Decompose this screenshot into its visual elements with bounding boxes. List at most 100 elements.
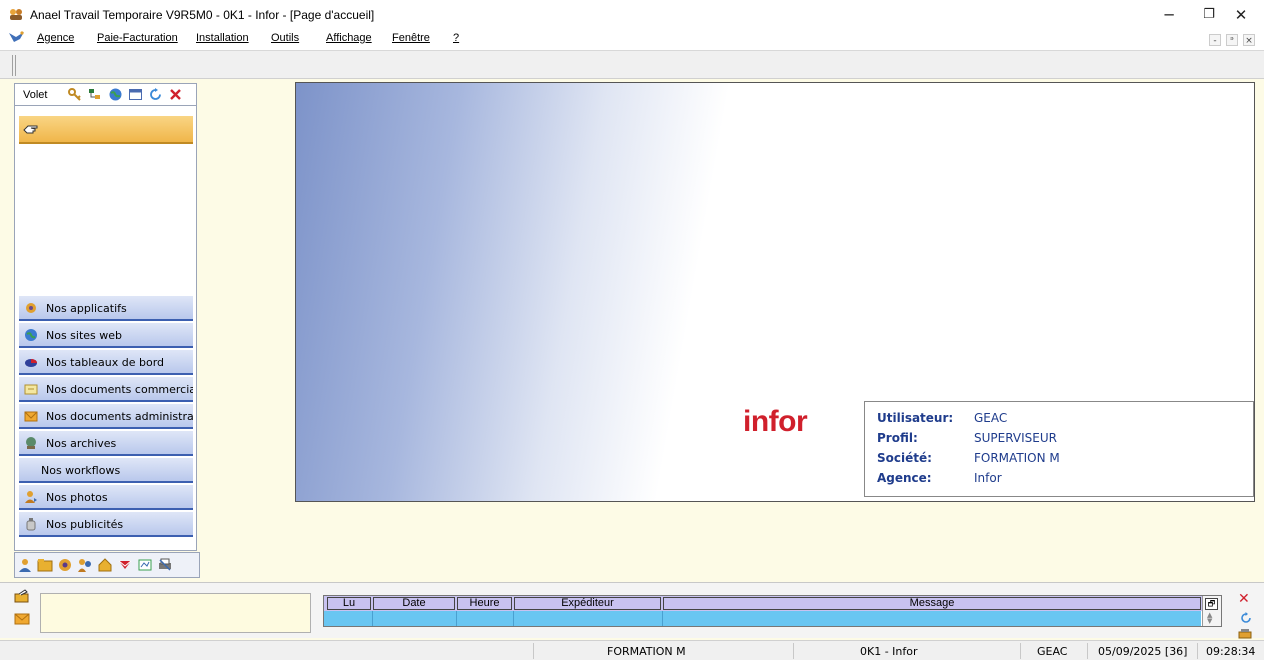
volet-item-label: Nos documents administra: [46, 410, 193, 423]
info-value-agency: Infor: [974, 471, 1002, 485]
status-environment: 0K1 - Infor: [860, 645, 918, 658]
printer-icon[interactable]: [157, 557, 173, 573]
info-value-company: FORMATION M: [974, 451, 1060, 465]
volet-item-label: Nos photos: [46, 491, 108, 504]
volet-header: Volet: [15, 84, 196, 106]
gear-icon[interactable]: [57, 557, 73, 573]
bird-logo-icon: [9, 31, 24, 42]
column-header-heure[interactable]: Heure: [457, 597, 512, 610]
menu-affichage[interactable]: Affichage: [326, 32, 372, 44]
volet-item-archives[interactable]: Nos archives: [19, 431, 193, 456]
cell-divider: [456, 611, 457, 626]
people-icon[interactable]: [77, 557, 93, 573]
session-info-box: Utilisateur: GEAC Profil: SUPERVISEUR So…: [864, 401, 1254, 497]
volet-item-label: Nos workflows: [41, 464, 121, 477]
close-window-button[interactable]: ✕: [1224, 4, 1258, 26]
close-icon[interactable]: [168, 87, 183, 102]
volet-active-section[interactable]: [19, 116, 193, 144]
info-key-profile: Profil:: [877, 431, 918, 445]
archive-box-icon[interactable]: [1238, 629, 1252, 639]
minimize-button[interactable]: ─: [1152, 4, 1186, 26]
mdi-close-button[interactable]: ×: [1243, 34, 1255, 46]
restore-small-icon[interactable]: 🗗: [1205, 598, 1218, 610]
person-icon[interactable]: [17, 557, 33, 573]
volet-item-workflows[interactable]: Nos workflows: [19, 458, 193, 483]
cell-divider: [372, 611, 373, 626]
status-time: 09:28:34: [1206, 645, 1256, 658]
volet-item-sites-web[interactable]: Nos sites web: [19, 323, 193, 348]
volet-bottom-tabs: [14, 552, 200, 578]
info-value-user: GEAC: [974, 411, 1008, 425]
volet-item-documents-commercia[interactable]: Nos documents commercia: [19, 377, 193, 402]
archive-icon: [26, 437, 36, 449]
volet-item-label: Nos sites web: [46, 329, 123, 342]
volet-item-label: Nos publicités: [46, 518, 124, 531]
chart-icon[interactable]: [137, 557, 153, 573]
menu-help[interactable]: ?: [453, 32, 459, 44]
cell-divider: [513, 611, 514, 626]
volet-item-applicatifs[interactable]: Nos applicatifs: [19, 296, 193, 321]
house-icon[interactable]: [97, 557, 113, 573]
home-page-frame: infor Utilisateur: GEAC Profil: SUPERVIS…: [295, 82, 1255, 502]
toolbar: [0, 50, 1264, 79]
mdi-minimize-button[interactable]: -: [1209, 34, 1221, 46]
menu-paie-facturation[interactable]: Paie-Facturation: [97, 32, 178, 44]
column-header-expediteur[interactable]: Expéditeur: [514, 597, 661, 610]
status-separator: [1087, 643, 1088, 659]
info-key-user: Utilisateur:: [877, 411, 954, 425]
cell-divider: [662, 611, 663, 626]
status-user: GEAC: [1037, 645, 1068, 658]
volet-item-publicites[interactable]: Nos publicités: [19, 512, 193, 537]
volet-item-label: Nos tableaux de bord: [46, 356, 165, 369]
status-company: FORMATION M: [607, 645, 686, 658]
refresh-icon[interactable]: [1240, 612, 1252, 624]
messages-scrollbar[interactable]: 🗗 ▲ ▼: [1202, 596, 1221, 626]
volet-item-label: Nos archives: [46, 437, 117, 450]
restore-button[interactable]: ❐: [1192, 4, 1226, 26]
info-key-agency: Agence:: [877, 471, 932, 485]
volet-item-photos[interactable]: Nos photos: [19, 485, 193, 510]
window-title: Anael Travail Temporaire V9R5M0 - 0K1 - …: [30, 8, 375, 22]
toolbar-grip[interactable]: [12, 55, 16, 76]
status-separator: [533, 643, 534, 659]
key-icon[interactable]: [67, 87, 82, 102]
status-separator: [1020, 643, 1021, 659]
scroll-arrows-icon[interactable]: ▲ ▼: [1207, 612, 1212, 625]
messages-table: Lu Date Heure Expéditeur Message 🗗 ▲ ▼: [323, 595, 1222, 627]
info-value-profile: SUPERVISEUR: [974, 431, 1057, 445]
globe-icon[interactable]: [108, 87, 123, 102]
menu-installation[interactable]: Installation: [196, 32, 249, 44]
mail-icon[interactable]: [117, 557, 133, 573]
tree-icon[interactable]: [87, 87, 102, 102]
close-messages-icon[interactable]: ✕: [1238, 591, 1250, 607]
menu-outils[interactable]: Outils: [271, 32, 299, 44]
title-bar: Anael Travail Temporaire V9R5M0 - 0K1 - …: [0, 0, 1264, 28]
menu-bar: Agence Paie-Facturation Installation Out…: [0, 28, 1264, 50]
menu-agence[interactable]: Agence: [37, 32, 74, 44]
messages-table-header: Lu Date Heure Expéditeur Message: [324, 596, 1221, 611]
refresh-icon[interactable]: [148, 87, 163, 102]
column-header-message[interactable]: Message: [663, 597, 1201, 610]
column-header-date[interactable]: Date: [373, 597, 455, 610]
document-icon: [24, 384, 38, 395]
window-icon[interactable]: [128, 87, 143, 102]
menu-fenetre[interactable]: Fenêtre: [392, 32, 430, 44]
compose-message-icon[interactable]: [13, 589, 31, 604]
message-input[interactable]: [40, 593, 311, 633]
globe-icon: [25, 329, 37, 341]
volet-item-documents-administra[interactable]: Nos documents administra: [19, 404, 193, 429]
folder-icon[interactable]: [37, 557, 53, 573]
gear-icon: [26, 303, 36, 313]
status-bar: FORMATION M 0K1 - Infor GEAC 05/09/2025 …: [0, 640, 1264, 660]
volet-item-tableaux-de-bord[interactable]: Nos tableaux de bord: [19, 350, 193, 375]
person-icon: [25, 491, 37, 503]
hand-pointer-icon: [23, 125, 38, 134]
volet-panel: Volet Nos applicatifs Nos sites web Nos …: [14, 83, 197, 551]
envelope-icon[interactable]: [13, 611, 31, 626]
status-separator: [1197, 643, 1198, 659]
mdi-restore-button[interactable]: ᵊ: [1226, 34, 1238, 46]
volet-item-label: Nos applicatifs: [46, 302, 127, 315]
infor-logo: infor: [743, 405, 808, 438]
message-bar: Lu Date Heure Expéditeur Message 🗗 ▲ ▼ ✕: [0, 582, 1264, 639]
column-header-lu[interactable]: Lu: [327, 597, 371, 610]
